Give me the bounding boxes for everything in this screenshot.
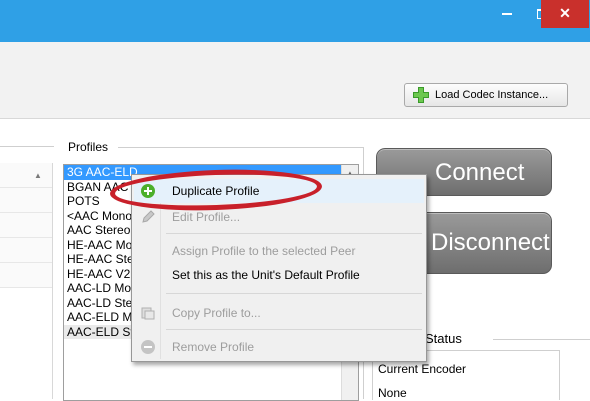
load-codec-instance-button[interactable]: Load Codec Instance... (404, 83, 568, 107)
profiles-group-border (118, 147, 363, 148)
menu-item-label: Copy Profile to... (172, 306, 261, 320)
menu-item-label: Remove Profile (172, 340, 255, 354)
menu-separator (166, 293, 422, 294)
close-button[interactable]: ✕ (541, 0, 589, 28)
scroll-up-icon[interactable]: ▲ (34, 171, 42, 180)
toolbar (0, 42, 590, 119)
menu-item-set-default-profile[interactable]: Set this as the Unit's Default Profile (134, 263, 424, 287)
menu-item-label: Assign Profile to the selected Peer (172, 244, 356, 258)
menu-item-copy-profile[interactable]: Copy Profile to... (134, 301, 424, 325)
remove-icon (141, 340, 155, 354)
status-group-border-right (493, 339, 590, 340)
menu-separator (166, 233, 422, 234)
current-encoder-value: None (378, 386, 407, 400)
status-group-label: Status (425, 331, 462, 346)
close-icon: ✕ (559, 5, 571, 21)
peer-list-scrollbar[interactable]: ▲ (26, 165, 52, 399)
add-green-icon (413, 87, 429, 103)
minimize-icon (502, 13, 512, 16)
menu-item-label: Set this as the Unit's Default Profile (172, 268, 360, 282)
load-codec-instance-label: Load Codec Instance... (435, 89, 549, 101)
menu-separator (166, 329, 422, 330)
left-group-border (0, 146, 54, 147)
menu-item-assign-profile[interactable]: Assign Profile to the selected Peer (134, 239, 424, 263)
edit-icon (142, 210, 155, 223)
menu-item-remove-profile[interactable]: Remove Profile (134, 335, 424, 359)
minimize-button[interactable] (488, 0, 526, 28)
copy-icon (141, 307, 155, 320)
profiles-group-label: Profiles (68, 140, 109, 154)
current-encoder-label: Current Encoder (378, 362, 467, 376)
